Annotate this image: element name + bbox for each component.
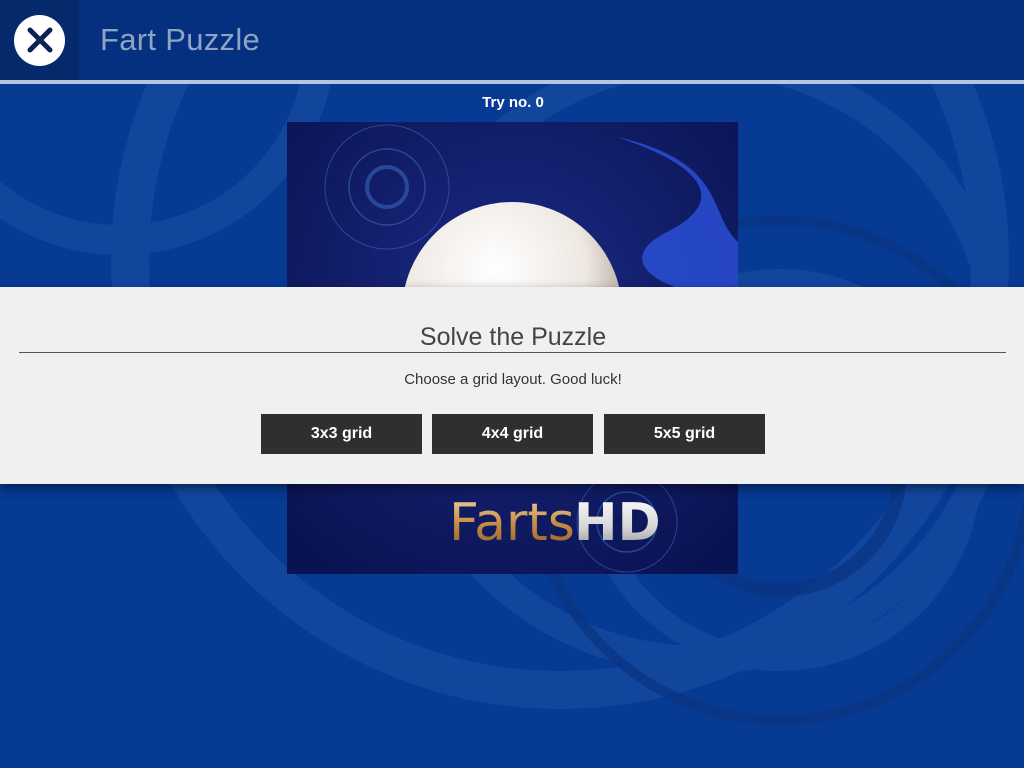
- header-divider: [0, 80, 1024, 84]
- dialog-divider: [19, 352, 1006, 353]
- close-button[interactable]: [0, 0, 79, 80]
- grid-4x4-button[interactable]: 4x4 grid: [432, 414, 593, 454]
- try-counter: Try no. 0: [482, 94, 544, 111]
- hd-logo-word: HD: [574, 493, 661, 553]
- solve-puzzle-dialog: Solve the Puzzle Choose a grid layout. G…: [0, 287, 1024, 484]
- grid-5x5-button[interactable]: 5x5 grid: [604, 414, 765, 454]
- dialog-message: Choose a grid layout. Good luck!: [404, 371, 622, 388]
- grid-3x3-button[interactable]: 3x3 grid: [261, 414, 422, 454]
- dialog-title: Solve the Puzzle: [419, 323, 607, 351]
- app-header: Fart Puzzle: [0, 0, 1024, 80]
- farts-logo-word: Farts: [449, 493, 575, 553]
- close-icon: [14, 14, 65, 66]
- app-title: Fart Puzzle: [100, 22, 261, 57]
